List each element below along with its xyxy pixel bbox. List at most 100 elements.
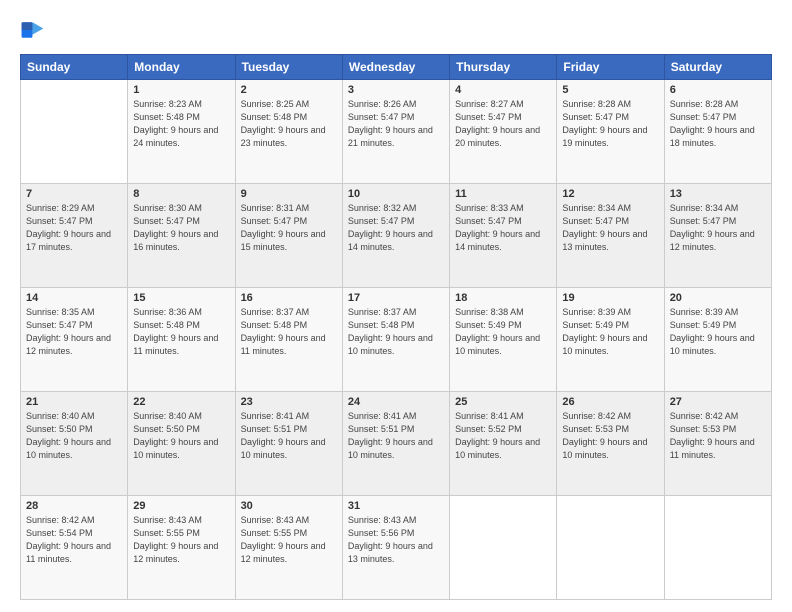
day-cell: 2Sunrise: 8:25 AMSunset: 5:48 PMDaylight… bbox=[235, 80, 342, 184]
general-blue-logo-icon bbox=[20, 16, 48, 44]
day-info: Sunrise: 8:43 AMSunset: 5:56 PMDaylight:… bbox=[348, 514, 444, 566]
day-cell: 25 Sunrise: 8:41 AMSunset: 5:52 PMDayligh… bbox=[450, 392, 557, 496]
day-number: 24 bbox=[348, 396, 444, 408]
day-cell: 10Sunrise: 8:32 AMSunset: 5:47 PMDayligh… bbox=[342, 184, 449, 288]
day-number: 4 bbox=[455, 84, 551, 96]
day-number: 8 bbox=[133, 188, 229, 200]
day-info: Sunrise: 8:31 AMSunset: 5:47 PMDaylight:… bbox=[241, 202, 337, 254]
day-info: Sunrise: 8:37 AMSunset: 5:48 PMDaylight:… bbox=[241, 306, 337, 358]
day-number: 19 bbox=[562, 292, 658, 304]
day-info: Sunrise: 8:43 AMSunset: 5:55 PMDaylight:… bbox=[133, 514, 229, 566]
day-number: 12 bbox=[562, 188, 658, 200]
day-number: 5 bbox=[562, 84, 658, 96]
calendar-body: 1 Sunrise: 8:23 AMSunset: 5:48 PMDaylight… bbox=[21, 80, 772, 600]
day-cell: 26Sunrise: 8:42 AMSunset: 5:53 PMDayligh… bbox=[557, 392, 664, 496]
day-cell: 18 Sunrise: 8:38 AMSunset: 5:49 PMDayligh… bbox=[450, 288, 557, 392]
day-cell: 16 Sunrise: 8:37 AMSunset: 5:48 PMDayligh… bbox=[235, 288, 342, 392]
day-info: Sunrise: 8:41 AMSunset: 5:51 PMDaylight:… bbox=[241, 410, 337, 462]
day-info: Sunrise: 8:38 AMSunset: 5:49 PMDaylight:… bbox=[455, 306, 551, 358]
weekday-row: SundayMondayTuesdayWednesdayThursdayFrid… bbox=[21, 55, 772, 80]
day-info: Sunrise: 8:41 AMSunset: 5:52 PMDaylight:… bbox=[455, 410, 551, 462]
weekday-thursday: Thursday bbox=[450, 55, 557, 80]
weekday-saturday: Saturday bbox=[664, 55, 771, 80]
day-info: Sunrise: 8:33 AMSunset: 5:47 PMDaylight:… bbox=[455, 202, 551, 254]
day-info: Sunrise: 8:40 AMSunset: 5:50 PMDaylight:… bbox=[133, 410, 229, 462]
week-row-2: 14 Sunrise: 8:35 AMSunset: 5:47 PMDayligh… bbox=[21, 288, 772, 392]
day-number: 16 bbox=[241, 292, 337, 304]
day-info: Sunrise: 8:42 AMSunset: 5:53 PMDaylight:… bbox=[670, 410, 766, 462]
day-cell: 24 Sunrise: 8:41 AMSunset: 5:51 PMDayligh… bbox=[342, 392, 449, 496]
calendar-header: SundayMondayTuesdayWednesdayThursdayFrid… bbox=[21, 55, 772, 80]
day-number: 20 bbox=[670, 292, 766, 304]
day-info: Sunrise: 8:25 AMSunset: 5:48 PMDaylight:… bbox=[241, 98, 337, 150]
day-info: Sunrise: 8:36 AMSunset: 5:48 PMDaylight:… bbox=[133, 306, 229, 358]
week-row-3: 21 Sunrise: 8:40 AMSunset: 5:50 PMDayligh… bbox=[21, 392, 772, 496]
weekday-wednesday: Wednesday bbox=[342, 55, 449, 80]
day-cell: 19 Sunrise: 8:39 AMSunset: 5:49 PMDayligh… bbox=[557, 288, 664, 392]
day-info: Sunrise: 8:29 AMSunset: 5:47 PMDaylight:… bbox=[26, 202, 122, 254]
day-info: Sunrise: 8:30 AMSunset: 5:47 PMDaylight:… bbox=[133, 202, 229, 254]
day-number: 25 bbox=[455, 396, 551, 408]
day-number: 17 bbox=[348, 292, 444, 304]
day-number: 18 bbox=[455, 292, 551, 304]
weekday-sunday: Sunday bbox=[21, 55, 128, 80]
day-number: 27 bbox=[670, 396, 766, 408]
logo bbox=[20, 16, 52, 44]
weekday-tuesday: Tuesday bbox=[235, 55, 342, 80]
day-info: Sunrise: 8:35 AMSunset: 5:47 PMDaylight:… bbox=[26, 306, 122, 358]
week-row-1: 7 Sunrise: 8:29 AMSunset: 5:47 PMDaylight… bbox=[21, 184, 772, 288]
day-number: 3 bbox=[348, 84, 444, 96]
day-number: 14 bbox=[26, 292, 122, 304]
day-number: 11 bbox=[455, 188, 551, 200]
day-number: 28 bbox=[26, 500, 122, 512]
day-cell: 4 Sunrise: 8:27 AMSunset: 5:47 PMDaylight… bbox=[450, 80, 557, 184]
day-cell: 27 Sunrise: 8:42 AMSunset: 5:53 PMDayligh… bbox=[664, 392, 771, 496]
day-cell: 17 Sunrise: 8:37 AMSunset: 5:48 PMDayligh… bbox=[342, 288, 449, 392]
week-row-4: 28 Sunrise: 8:42 AMSunset: 5:54 PMDayligh… bbox=[21, 496, 772, 600]
week-row-0: 1 Sunrise: 8:23 AMSunset: 5:48 PMDaylight… bbox=[21, 80, 772, 184]
day-cell: 20 Sunrise: 8:39 AMSunset: 5:49 PMDayligh… bbox=[664, 288, 771, 392]
day-cell bbox=[450, 496, 557, 600]
day-info: Sunrise: 8:26 AMSunset: 5:47 PMDaylight:… bbox=[348, 98, 444, 150]
day-cell: 3 Sunrise: 8:26 AMSunset: 5:47 PMDaylight… bbox=[342, 80, 449, 184]
day-cell: 31 Sunrise: 8:43 AMSunset: 5:56 PMDayligh… bbox=[342, 496, 449, 600]
day-info: Sunrise: 8:27 AMSunset: 5:47 PMDaylight:… bbox=[455, 98, 551, 150]
day-cell: 30Sunrise: 8:43 AMSunset: 5:55 PMDayligh… bbox=[235, 496, 342, 600]
day-info: Sunrise: 8:37 AMSunset: 5:48 PMDaylight:… bbox=[348, 306, 444, 358]
day-number: 22 bbox=[133, 396, 229, 408]
day-info: Sunrise: 8:39 AMSunset: 5:49 PMDaylight:… bbox=[670, 306, 766, 358]
day-info: Sunrise: 8:23 AMSunset: 5:48 PMDaylight:… bbox=[133, 98, 229, 150]
day-cell: 28 Sunrise: 8:42 AMSunset: 5:54 PMDayligh… bbox=[21, 496, 128, 600]
day-cell bbox=[664, 496, 771, 600]
day-number: 15 bbox=[133, 292, 229, 304]
day-cell: 11 Sunrise: 8:33 AMSunset: 5:47 PMDayligh… bbox=[450, 184, 557, 288]
weekday-friday: Friday bbox=[557, 55, 664, 80]
day-cell: 13Sunrise: 8:34 AMSunset: 5:47 PMDayligh… bbox=[664, 184, 771, 288]
day-cell: 15 Sunrise: 8:36 AMSunset: 5:48 PMDayligh… bbox=[128, 288, 235, 392]
day-info: Sunrise: 8:32 AMSunset: 5:47 PMDaylight:… bbox=[348, 202, 444, 254]
day-info: Sunrise: 8:39 AMSunset: 5:49 PMDaylight:… bbox=[562, 306, 658, 358]
day-number: 1 bbox=[133, 84, 229, 96]
day-info: Sunrise: 8:42 AMSunset: 5:54 PMDaylight:… bbox=[26, 514, 122, 566]
day-cell: 21Sunrise: 8:40 AMSunset: 5:50 PMDayligh… bbox=[21, 392, 128, 496]
day-cell: 5Sunrise: 8:28 AMSunset: 5:47 PMDaylight… bbox=[557, 80, 664, 184]
day-number: 6 bbox=[670, 84, 766, 96]
day-number: 23 bbox=[241, 396, 337, 408]
day-info: Sunrise: 8:41 AMSunset: 5:51 PMDaylight:… bbox=[348, 410, 444, 462]
day-info: Sunrise: 8:28 AMSunset: 5:47 PMDaylight:… bbox=[670, 98, 766, 150]
day-info: Sunrise: 8:43 AMSunset: 5:55 PMDaylight:… bbox=[241, 514, 337, 566]
day-cell: 23 Sunrise: 8:41 AMSunset: 5:51 PMDayligh… bbox=[235, 392, 342, 496]
day-cell: 6 Sunrise: 8:28 AMSunset: 5:47 PMDaylight… bbox=[664, 80, 771, 184]
day-number: 13 bbox=[670, 188, 766, 200]
day-cell: 22 Sunrise: 8:40 AMSunset: 5:50 PMDayligh… bbox=[128, 392, 235, 496]
day-number: 26 bbox=[562, 396, 658, 408]
day-cell bbox=[21, 80, 128, 184]
header bbox=[20, 16, 772, 44]
day-info: Sunrise: 8:34 AMSunset: 5:47 PMDaylight:… bbox=[562, 202, 658, 254]
day-number: 31 bbox=[348, 500, 444, 512]
day-number: 7 bbox=[26, 188, 122, 200]
day-number: 29 bbox=[133, 500, 229, 512]
day-cell: 12 Sunrise: 8:34 AMSunset: 5:47 PMDayligh… bbox=[557, 184, 664, 288]
day-cell bbox=[557, 496, 664, 600]
day-number: 21 bbox=[26, 396, 122, 408]
